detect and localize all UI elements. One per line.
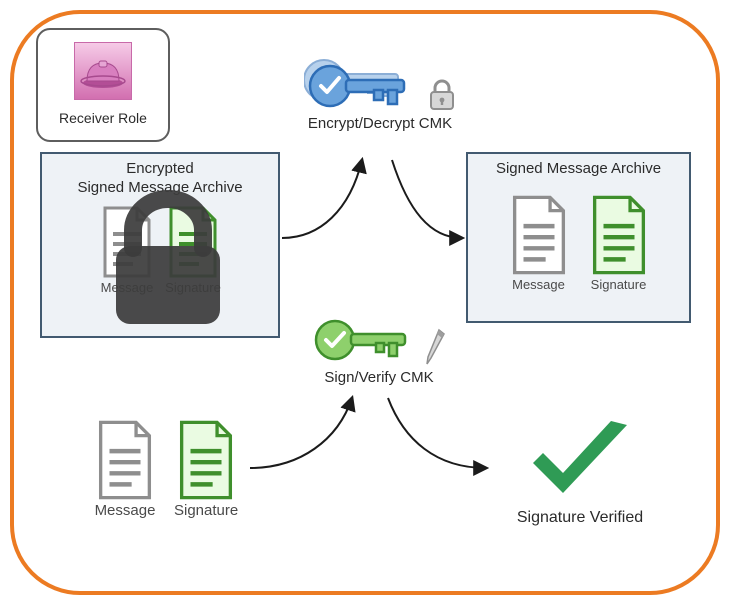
bottom-message-label: Message — [95, 502, 156, 519]
green-key-icon — [311, 308, 419, 366]
blue-key-icon — [304, 50, 422, 112]
signature-verified: Signature Verified — [480, 415, 680, 527]
enc-title-1: Encrypted — [126, 160, 194, 177]
checkmark-icon — [525, 415, 635, 505]
signed-title: Signed Message Archive — [496, 160, 661, 179]
receiver-role-label: Receiver Role — [59, 110, 147, 126]
signed-message-label: Message — [512, 277, 565, 292]
hardhat-icon — [74, 42, 132, 100]
diagram-canvas: Receiver Role — [0, 0, 733, 607]
message-doc-icon — [99, 206, 155, 278]
receiver-role-card: Receiver Role — [36, 28, 170, 142]
pen-icon — [425, 328, 447, 366]
enc-signature-label: Signature — [165, 280, 221, 295]
signature-doc-icon — [165, 206, 221, 278]
verified-label: Signature Verified — [517, 509, 643, 527]
signature-doc-icon — [588, 195, 650, 275]
enc-message-label: Message — [101, 280, 154, 295]
encrypt-cmk-label: Encrypt/Decrypt CMK — [308, 115, 452, 132]
bottom-signature-label: Signature — [174, 502, 238, 519]
signature-doc-icon — [175, 420, 237, 500]
input-docs: Message Signature — [94, 420, 238, 519]
padlock-icon — [428, 78, 456, 112]
encrypt-decrypt-cmk: Encrypt/Decrypt CMK — [290, 50, 470, 132]
message-doc-icon — [508, 195, 570, 275]
message-doc-icon — [94, 420, 156, 500]
encrypted-archive-panel: Encrypted Signed Message Archive Message — [40, 152, 280, 338]
signed-signature-label: Signature — [591, 277, 647, 292]
signed-archive-panel: Signed Message Archive Message — [466, 152, 691, 323]
sign-cmk-label: Sign/Verify CMK — [324, 369, 433, 386]
sign-verify-cmk: Sign/Verify CMK — [294, 308, 464, 386]
enc-title-2: Signed Message Archive — [77, 179, 242, 196]
